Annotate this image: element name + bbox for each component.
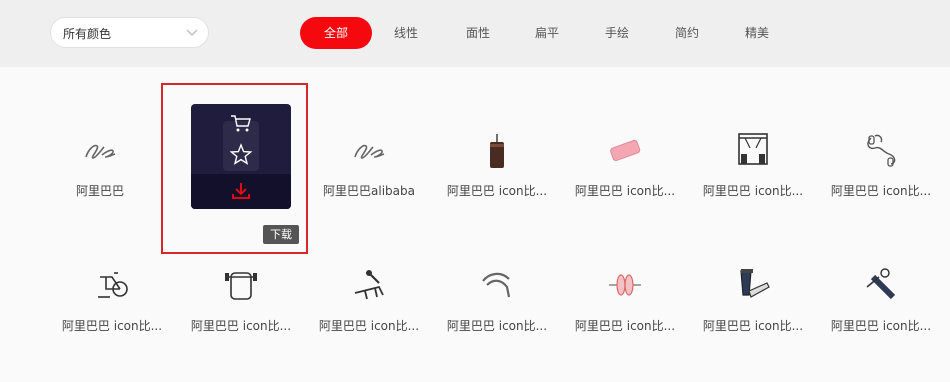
alibaba-logo-icon [354, 144, 385, 159]
treadmill-icon [740, 269, 770, 298]
barbell-plate-icon [609, 274, 641, 296]
icon-label: 阿里巴巴 icon比... [446, 319, 548, 333]
icon-label: 阿里巴巴 [75, 184, 124, 198]
chevron-down-icon [186, 29, 198, 36]
star-icon[interactable] [229, 143, 253, 167]
exercise-bike-icon [98, 272, 128, 298]
icon-card[interactable]: 阿里巴巴 [36, 90, 164, 240]
icon-card[interactable]: 阿里巴巴alibaba [305, 90, 433, 240]
download-icon[interactable] [230, 180, 252, 202]
icon-card[interactable]: 阿里巴巴 icon比... [561, 225, 689, 375]
tab-linear[interactable]: 线性 [392, 17, 420, 49]
icon-card[interactable]: 阿里巴巴 icon比... [48, 225, 176, 375]
hand-grip-icon [482, 272, 511, 298]
icon-label: 阿里巴巴 icon比... [190, 319, 292, 333]
icon-card[interactable]: 阿里巴巴 icon比... [689, 90, 817, 240]
icon-label: 阿里巴巴 icon比... [702, 319, 804, 333]
icon-label: 阿里巴巴 icon比... [830, 319, 932, 333]
icon-card[interactable]: 阿里巴巴 icon比... [177, 225, 305, 375]
tab-exquisite[interactable]: 精美 [743, 17, 771, 49]
icon-card[interactable]: 阿里巴巴 icon比... [433, 90, 561, 240]
gym-machine-icon [738, 133, 768, 165]
jump-rope-icon [867, 134, 896, 167]
icon-label: 阿里巴巴 icon比... [446, 184, 548, 198]
tab-handdrawn[interactable]: 手绘 [603, 17, 631, 49]
alibaba-logo-icon [85, 144, 116, 159]
icon-label: 阿里巴巴alibaba [323, 184, 415, 198]
tab-flat[interactable]: 扁平 [533, 17, 561, 49]
cart-icon[interactable] [229, 113, 253, 133]
icon-card[interactable]: 阿里巴巴 icon比... [689, 225, 817, 375]
icon-card[interactable]: 阿里巴巴 icon比... [561, 90, 689, 240]
tab-filled[interactable]: 面性 [464, 17, 492, 49]
icon-card[interactable]: 阿里巴巴 icon比... [817, 90, 945, 240]
color-filter-select[interactable]: 所有颜色 [50, 17, 209, 48]
eraser-icon [610, 139, 641, 162]
bench-press-icon [354, 270, 384, 300]
icon-card[interactable]: 阿里巴巴 icon比... [433, 225, 561, 375]
icon-label: 阿里巴巴 icon比... [574, 319, 676, 333]
squat-rack-icon [225, 272, 257, 300]
foam-roller-icon [866, 268, 896, 300]
filter-bar: 所有颜色 全部 线性 面性 扁平 手绘 简约 精美 [0, 0, 950, 67]
tab-all[interactable]: 全部 [300, 17, 372, 49]
icon-label: 阿里巴巴 icon比... [830, 184, 932, 198]
icon-card[interactable]: 阿里巴巴 icon比... [305, 225, 433, 375]
icon-label: 阿里巴巴 icon比... [318, 319, 420, 333]
hover-action-card [191, 104, 291, 209]
tab-simple[interactable]: 简约 [673, 17, 701, 49]
color-filter-value: 所有颜色 [63, 27, 112, 41]
icon-label: 阿里巴巴 icon比... [702, 184, 804, 198]
punching-bag-icon [490, 134, 504, 168]
icon-label: 阿里巴巴 icon比... [61, 319, 163, 333]
icon-label: 阿里巴巴 icon比... [574, 184, 676, 198]
icon-card[interactable]: 阿里巴巴 icon比... [817, 225, 945, 375]
